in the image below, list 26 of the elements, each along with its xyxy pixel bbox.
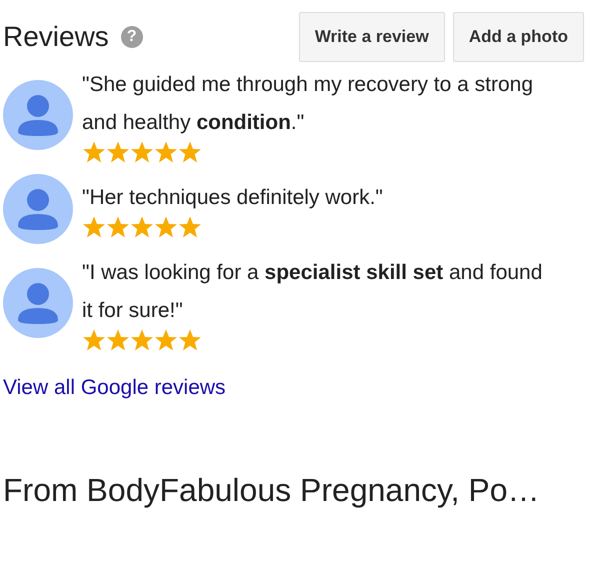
star-icon xyxy=(154,140,178,164)
star-icon xyxy=(154,215,178,239)
reviews-heading: Reviews xyxy=(3,23,109,51)
review-action-button[interactable]: Add a photo xyxy=(452,12,584,62)
reviews-link[interactable]: View all Google reviews xyxy=(3,376,226,399)
section-title: From BodyFabulous Pregnancy, Po… xyxy=(3,470,541,510)
review-text: "Her techniques definitely work." xyxy=(82,185,383,211)
avatar-icon xyxy=(3,80,73,150)
star-icon xyxy=(106,328,130,352)
review-text: "She guided me through my recovery to a strong and healthy condition." xyxy=(82,72,534,136)
star-icon xyxy=(130,215,154,239)
star-icon xyxy=(130,328,154,352)
star-icon xyxy=(82,140,106,164)
star-icon xyxy=(178,140,202,164)
star-icon xyxy=(178,215,202,239)
review-text: "I was looking for a specialist skill set and found it for sure!" xyxy=(82,260,544,324)
star-icon xyxy=(154,328,178,352)
avatar-icon xyxy=(3,174,73,244)
avatar-icon xyxy=(3,268,73,338)
review-action-button[interactable]: Write a review xyxy=(298,12,445,62)
star-icon xyxy=(106,215,130,239)
star-icon xyxy=(178,328,202,352)
star-icon xyxy=(106,140,130,164)
star-icon xyxy=(82,328,106,352)
star-icon xyxy=(130,140,154,164)
star-icon xyxy=(82,215,106,239)
